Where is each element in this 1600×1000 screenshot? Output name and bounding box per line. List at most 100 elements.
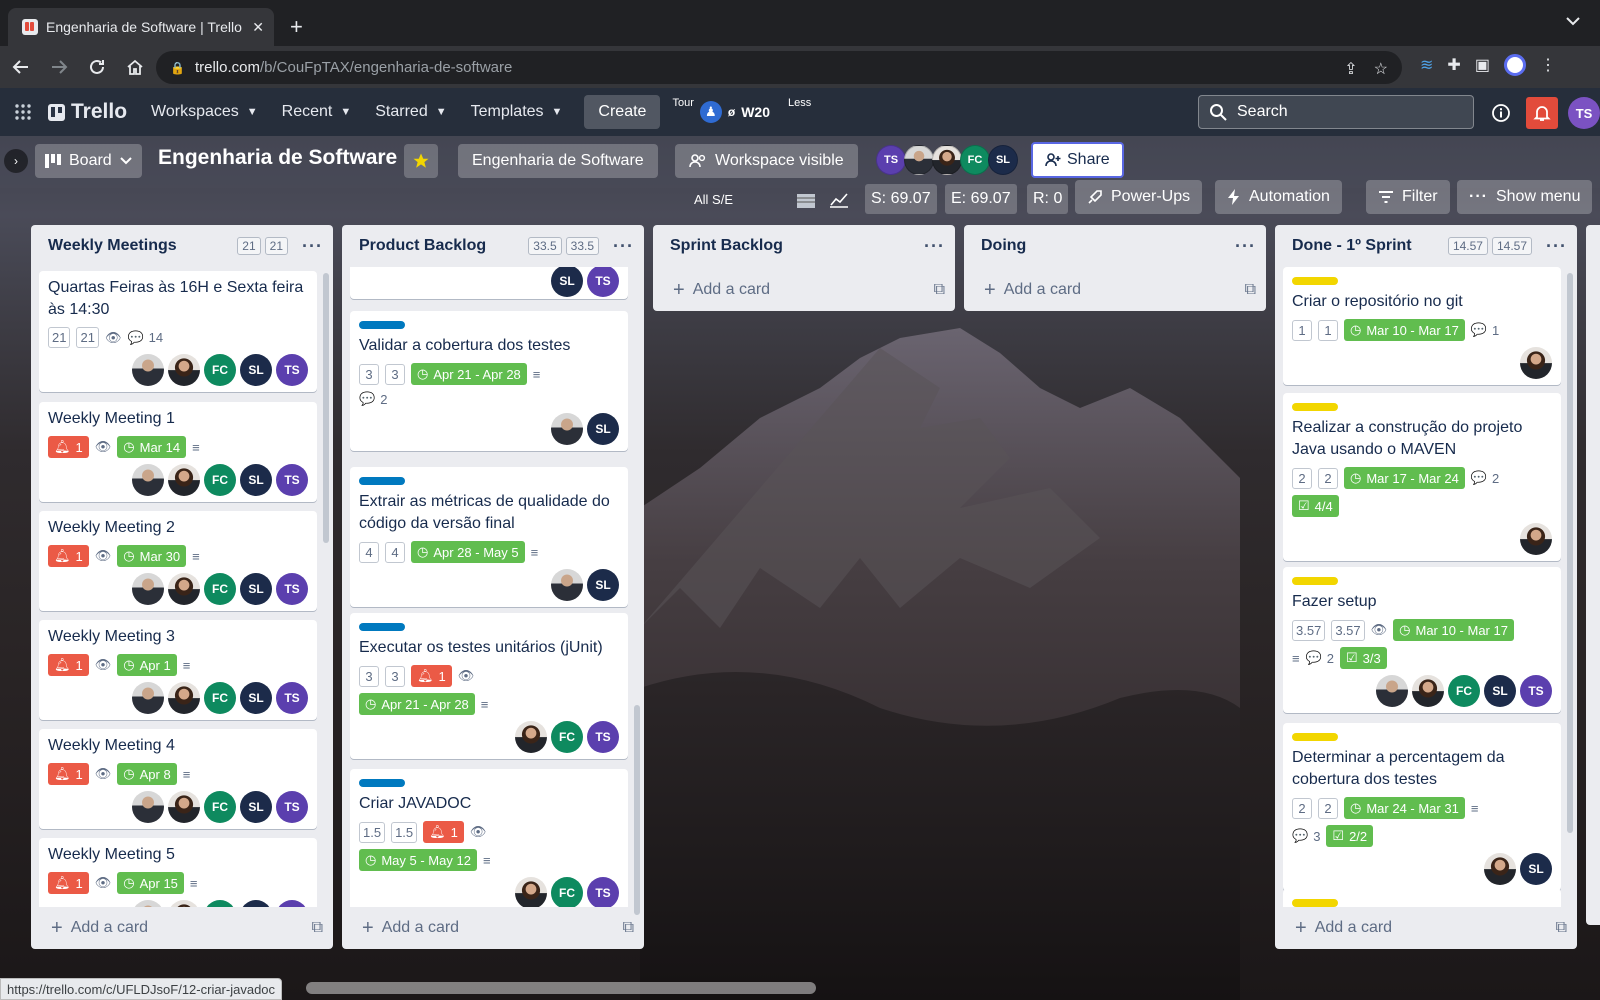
notifications-bell-icon[interactable] — [1526, 97, 1558, 129]
add-card-button[interactable]: + Add a card ⧉ — [31, 907, 333, 949]
card[interactable]: Validar a cobertura dos testes 3 3 ◷ Apr … — [350, 311, 628, 451]
member-avatar[interactable]: FC — [204, 682, 236, 714]
chart-icon[interactable] — [830, 192, 848, 208]
member-avatar-photo[interactable] — [1412, 675, 1444, 707]
share-button[interactable]: Share — [1031, 142, 1124, 178]
member-avatar-photo[interactable] — [168, 791, 200, 823]
card[interactable]: Extrair as métricas de qualidade do códi… — [350, 467, 628, 607]
list-title[interactable]: Weekly Meetings — [48, 237, 233, 255]
search-input[interactable]: Search — [1198, 95, 1474, 129]
sidepanel-icon[interactable]: ▣ — [1475, 55, 1490, 75]
tour-label[interactable]: Tour — [672, 97, 693, 109]
member-avatar[interactable]: TS — [587, 267, 619, 297]
due-date-badge[interactable]: ◷ Apr 1 — [117, 654, 177, 676]
board-view-switcher[interactable]: Board — [35, 144, 142, 178]
member-avatar[interactable]: SL — [551, 267, 583, 297]
member-avatar-photo[interactable] — [132, 573, 164, 605]
list-scrollbar[interactable] — [1567, 273, 1573, 833]
member-avatar-photo[interactable] — [932, 145, 962, 175]
browser-tab[interactable]: Engenharia de Software | Trello ✕ — [8, 8, 274, 46]
extension-icon[interactable]: ≋ — [1420, 55, 1433, 75]
due-date-badge[interactable]: ◷ Apr 21 - Apr 28 — [411, 363, 527, 385]
card[interactable]: Quartas Feiras às 16H e Sexta feira às 1… — [39, 271, 317, 392]
list-title[interactable]: Product Backlog — [359, 237, 524, 255]
sidebar-expand-icon[interactable]: › — [4, 149, 28, 173]
member-avatar[interactable]: FC — [204, 791, 236, 823]
starred-menu[interactable]: Starred ▼ — [375, 103, 446, 121]
member-avatar[interactable]: TS — [276, 791, 308, 823]
close-tab-icon[interactable]: ✕ — [252, 19, 264, 36]
member-avatar-photo[interactable] — [132, 682, 164, 714]
share-page-icon[interactable]: ⇪ — [1344, 59, 1357, 79]
table-view-icon[interactable] — [797, 194, 815, 208]
card[interactable]: Executar os testes unitários (jUnit) 3 3… — [350, 613, 628, 759]
card-partial[interactable] — [1283, 889, 1561, 907]
member-avatar-photo[interactable] — [1484, 853, 1516, 885]
list-menu-icon[interactable]: ··· — [302, 237, 323, 255]
member-avatar-photo[interactable] — [551, 569, 583, 601]
add-card-button[interactable]: + Add a card ⧉ — [964, 269, 1266, 311]
due-date-badge[interactable]: ◷ Apr 21 - Apr 28 — [359, 693, 475, 715]
due-date-badge[interactable]: ◷ Apr 15 — [117, 872, 184, 894]
member-avatar-photo[interactable] — [515, 721, 547, 753]
list-title[interactable]: Done - 1º Sprint — [1292, 237, 1444, 255]
home-icon[interactable] — [118, 50, 152, 84]
member-avatar[interactable]: TS — [276, 464, 308, 496]
member-avatar[interactable]: SL — [587, 413, 619, 445]
member-avatar[interactable]: FC — [1448, 675, 1480, 707]
member-avatar[interactable]: TS — [276, 573, 308, 605]
forward-icon[interactable] — [42, 50, 76, 84]
bookmark-star-icon[interactable]: ☆ — [1374, 59, 1388, 79]
list-menu-icon[interactable]: ··· — [924, 237, 945, 255]
member-avatar[interactable]: SL — [240, 464, 272, 496]
card[interactable]: Criar JAVADOC 1.5 1.5 🔔︎ 1 👁 ◷ May 5 - May… — [350, 769, 628, 907]
template-card-icon[interactable]: ⧉ — [1556, 919, 1567, 937]
trello-logo[interactable]: Trello — [48, 100, 127, 124]
due-date-badge[interactable]: ◷ Mar 24 - Mar 31 — [1344, 797, 1465, 819]
member-avatar[interactable]: FC — [960, 145, 990, 175]
member-avatar-photo[interactable] — [132, 791, 164, 823]
member-avatar[interactable]: TS — [276, 682, 308, 714]
power-ups-button[interactable]: Power-Ups — [1075, 180, 1203, 214]
template-card-icon[interactable]: ⧉ — [312, 919, 323, 937]
due-date-badge[interactable]: ◷ Mar 30 — [117, 545, 187, 567]
member-avatar[interactable]: TS — [276, 900, 308, 907]
card[interactable]: Weekly Meeting 5 🔔︎ 1 👁 ◷ Apr 15 ≡ FC SL TS — [39, 838, 317, 907]
member-avatar-photo[interactable] — [168, 900, 200, 907]
address-bar[interactable]: 🔒 trello.com/b/CouFpTAX/engenharia-de-so… — [156, 51, 1402, 84]
back-icon[interactable] — [4, 50, 38, 84]
list-header[interactable]: Product Backlog 33.5 33.5 ··· — [342, 225, 644, 267]
template-card-icon[interactable]: ⧉ — [934, 281, 945, 299]
card[interactable]: Weekly Meeting 1 🔔︎ 1 👁 ◷ Mar 14 ≡ FC SL TS — [39, 402, 317, 502]
member-avatar[interactable]: SL — [240, 791, 272, 823]
member-avatar[interactable]: SL — [240, 573, 272, 605]
card-partial[interactable]: SL TS — [350, 267, 628, 299]
member-avatar-photo[interactable] — [168, 573, 200, 605]
card[interactable]: Weekly Meeting 4 🔔︎ 1 👁 ◷ Apr 8 ≡ FC SL TS — [39, 729, 317, 829]
star-board-icon[interactable] — [404, 144, 438, 178]
list-header[interactable]: Done - 1º Sprint 14.57 14.57 ··· — [1275, 225, 1577, 267]
add-card-button[interactable]: + Add a card ⧉ — [653, 269, 955, 311]
due-date-badge[interactable]: ◷ Mar 17 - Mar 24 — [1344, 467, 1465, 489]
member-avatar[interactable]: TS — [587, 877, 619, 907]
info-icon[interactable] — [1486, 98, 1516, 128]
workspace-button[interactable]: Engenharia de Software — [458, 144, 658, 178]
member-avatar[interactable]: SL — [240, 900, 272, 907]
member-avatar-photo[interactable] — [168, 464, 200, 496]
member-avatar[interactable]: SL — [1484, 675, 1516, 707]
member-avatar[interactable]: FC — [204, 573, 236, 605]
app-switcher-icon[interactable] — [14, 103, 34, 121]
new-tab-icon[interactable]: + — [290, 16, 303, 38]
profile-avatar[interactable] — [1503, 54, 1526, 76]
due-date-badge[interactable]: ◷ Apr 28 - May 5 — [411, 541, 525, 563]
automation-button[interactable]: Automation — [1215, 180, 1342, 214]
w20-label[interactable]: W20 — [741, 104, 770, 120]
board-title[interactable]: Engenharia de Software — [158, 146, 397, 170]
member-avatar[interactable]: TS — [587, 721, 619, 753]
due-date-badge[interactable]: ◷ Mar 10 - Mar 17 — [1344, 319, 1465, 341]
due-date-badge[interactable]: ◷ May 5 - May 12 — [359, 849, 477, 871]
tour-person-icon[interactable]: ♟ — [699, 101, 722, 123]
member-avatar[interactable]: SL — [240, 682, 272, 714]
reload-icon[interactable] — [80, 50, 114, 84]
card[interactable]: Determinar a percentagem da cobertura do… — [1283, 723, 1561, 891]
